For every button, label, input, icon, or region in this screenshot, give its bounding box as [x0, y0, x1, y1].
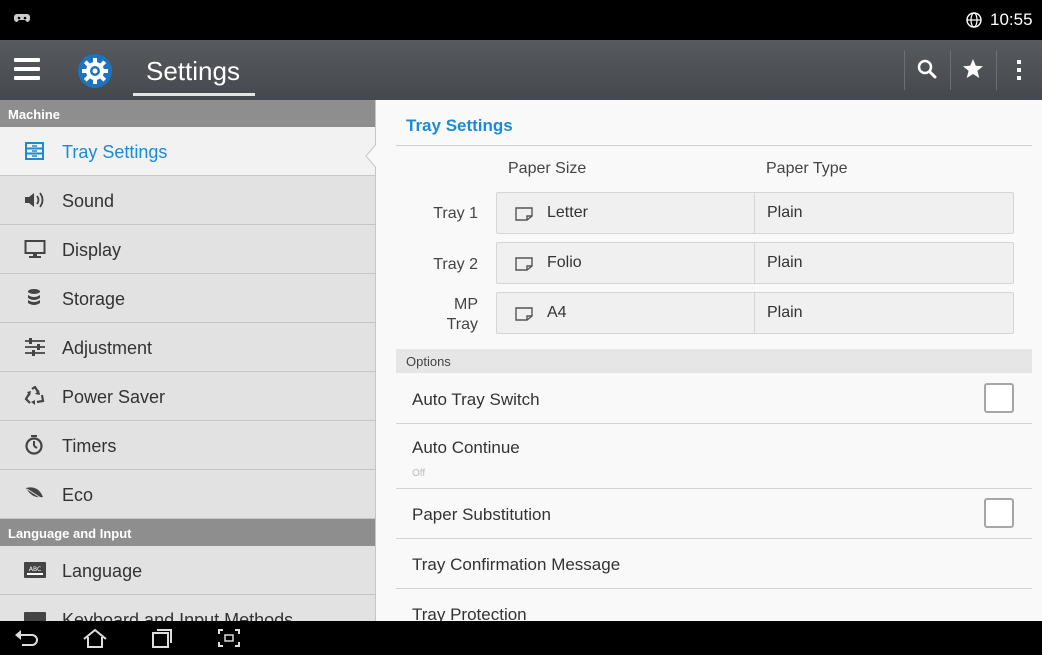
paper-size-value: Letter [547, 204, 588, 221]
recent-apps-icon[interactable] [148, 627, 174, 649]
column-header-paper-type: Paper Type [766, 160, 848, 177]
sidebar-item-adjustment[interactable]: Adjustment [0, 323, 375, 372]
paper-size-cell[interactable]: Folio [497, 243, 755, 283]
overflow-menu-icon [1017, 60, 1021, 80]
tray-settings-panel: Tray Settings Paper Size Paper Type Tray… [376, 100, 1042, 621]
sidebar-item-display[interactable]: Display [0, 225, 375, 274]
abc-keyboard-icon: ABC [24, 562, 46, 578]
option-auto-tray-switch[interactable]: Auto Tray Switch [396, 374, 1032, 424]
title-underline [133, 93, 255, 96]
sidebar-item-label: Tray Settings [62, 142, 168, 162]
tray-2-row[interactable]: Folio Plain [496, 242, 1014, 284]
options-header-label: Options [406, 354, 451, 369]
option-label: Tray Confirmation Message [412, 555, 621, 574]
hamburger-menu-icon[interactable] [14, 58, 40, 82]
search-icon [917, 59, 937, 79]
sliders-icon [25, 338, 45, 356]
sidebar-item-label: Display [62, 240, 122, 260]
system-nav-bar [0, 621, 1042, 655]
svg-text:ABC: ABC [29, 566, 41, 573]
database-icon [28, 289, 40, 305]
star-icon [963, 59, 983, 78]
paper-icon [515, 257, 533, 271]
divider [396, 145, 1032, 146]
tray-1-row[interactable]: Letter Plain [496, 192, 1014, 234]
option-label: Auto Continue [412, 438, 520, 457]
sidebar-item-language[interactable]: ABC Language [0, 546, 375, 595]
overflow-menu-button[interactable] [996, 40, 1042, 100]
paper-size-value: A4 [547, 304, 567, 321]
section-header-language: Language and Input [0, 519, 375, 546]
settings-gear-icon [78, 54, 112, 88]
home-icon[interactable] [82, 627, 108, 649]
section-header-machine: Machine [0, 100, 375, 127]
globe-icon [966, 12, 982, 28]
timer-icon [25, 435, 43, 455]
sidebar-item-timers[interactable]: Timers [0, 421, 375, 470]
favorite-button[interactable] [950, 40, 996, 100]
sidebar-item-label: Storage [62, 289, 126, 309]
option-tray-protection[interactable]: Tray Protection [396, 589, 1032, 621]
sidebar-item-storage[interactable]: Storage [0, 274, 375, 323]
option-auto-continue[interactable]: Auto Continue Off [396, 424, 1032, 489]
tray-icon [25, 142, 44, 160]
sidebar-item-label: Adjustment [62, 338, 153, 358]
tray-label: Tray 1 [433, 205, 478, 222]
sidebar-item-label: Sound [62, 191, 115, 211]
option-label: Tray Protection [412, 605, 527, 621]
sidebar-item-label: Eco [62, 485, 94, 505]
status-bar: 10:55 [0, 0, 1042, 40]
mp-tray-row[interactable]: A4 Plain [496, 292, 1014, 334]
sidebar-item-eco[interactable]: Eco [0, 470, 375, 519]
page-title: Settings [146, 56, 240, 86]
game-controller-icon [14, 14, 30, 22]
monitor-icon [24, 240, 46, 258]
sidebar-item-label: Power Saver [62, 387, 166, 407]
speaker-icon [25, 192, 44, 208]
sidebar-item-tray-settings[interactable]: Tray Settings [0, 127, 375, 176]
screenshot-icon[interactable] [216, 627, 242, 649]
recycle-icon [24, 386, 45, 405]
column-header-paper-size: Paper Size [508, 160, 587, 177]
sidebar-item-keyboard[interactable]: Keyboard and Input Methods [0, 595, 375, 621]
sidebar-item-label: Timers [62, 436, 117, 456]
paper-icon [515, 207, 533, 221]
sidebar-item-sound[interactable]: Sound [0, 176, 375, 225]
paper-type-value[interactable]: Plain [767, 254, 803, 272]
sidebar-item-label: Language [62, 561, 143, 581]
option-label: Paper Substitution [412, 505, 551, 524]
option-tray-confirmation-message[interactable]: Tray Confirmation Message [396, 539, 1032, 589]
paper-size-value: Folio [547, 254, 582, 271]
keyboard-icon [24, 612, 46, 621]
leaf-icon [26, 487, 45, 501]
action-bar: Settings [0, 40, 1042, 100]
search-button[interactable] [904, 40, 950, 100]
option-value: Off [412, 468, 426, 479]
auto-tray-switch-checkbox[interactable] [984, 383, 1014, 413]
sidebar-item-label: Keyboard and Input Methods [62, 610, 294, 621]
tray-label: MP [454, 296, 478, 313]
paper-type-value[interactable]: Plain [767, 204, 803, 222]
settings-sidebar: Machine Tray Settings Sound Display Stor… [0, 100, 376, 621]
options-section-header: Options [396, 349, 1032, 373]
paper-size-cell[interactable]: A4 [497, 293, 755, 333]
sidebar-item-power-saver[interactable]: Power Saver [0, 372, 375, 421]
paper-size-cell[interactable]: Letter [497, 193, 755, 233]
option-label: Auto Tray Switch [412, 390, 540, 409]
content-title: Tray Settings [406, 116, 513, 135]
paper-icon [515, 307, 533, 321]
status-time: 10:55 [990, 10, 1033, 29]
tray-label: Tray 2 [433, 256, 478, 273]
option-paper-substitution[interactable]: Paper Substitution [396, 489, 1032, 539]
paper-type-value[interactable]: Plain [767, 304, 803, 322]
tray-label: Tray [446, 316, 478, 333]
paper-substitution-checkbox[interactable] [984, 498, 1014, 528]
back-icon[interactable] [14, 627, 40, 649]
